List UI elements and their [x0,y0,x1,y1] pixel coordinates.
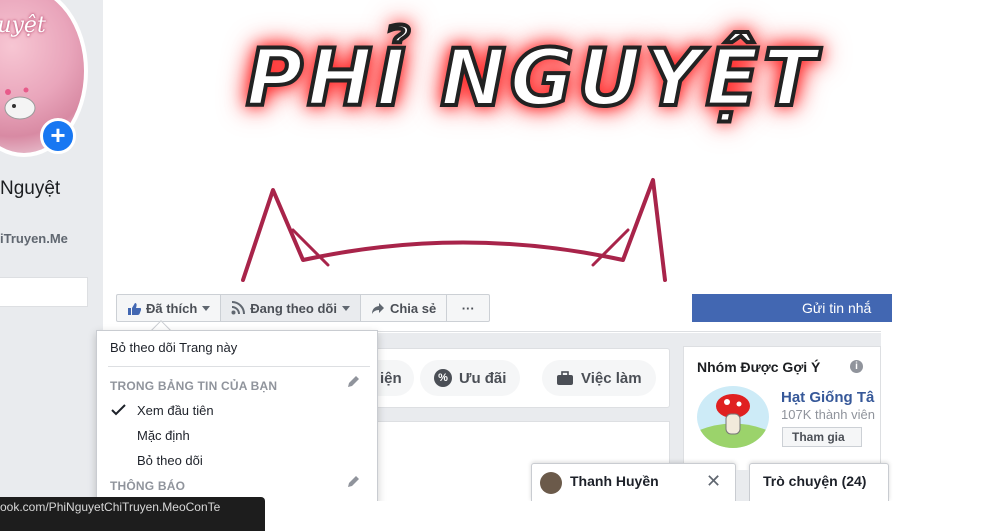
thumbs-up-icon [128,302,141,315]
group-avatar[interactable] [697,386,769,448]
share-button[interactable]: Chia sẻ [361,295,448,321]
pencil-icon[interactable] [346,474,361,489]
bottom-strip [265,501,996,531]
pencil-icon[interactable] [346,374,361,389]
cover-photo[interactable]: PHỈ NGUYỆT [103,0,881,282]
chat-sidebar-label[interactable]: Trò chuyện (24) [763,473,866,489]
tab-partial-label: iện [380,369,402,387]
join-group-button[interactable]: Tham gia [782,427,862,447]
feed-section-header: TRONG BẢNG TIN CỦA BẠN [110,379,278,393]
see-first-item[interactable]: Xem đầu tiên [137,403,214,418]
unfollow-page-item[interactable]: Bỏ theo dõi Trang này [110,340,237,355]
more-options-button[interactable]: ··· [447,295,489,321]
page-actions: Đã thích Đang theo dõi Chia sẻ ··· [116,294,491,322]
tab-jobs-label: Việc làm [581,369,642,387]
send-message-button[interactable]: Gửi tin nhắ [692,294,892,322]
share-arrow-icon [371,302,384,314]
default-item[interactable]: Mặc định [137,428,190,443]
page-handle[interactable]: iTruyen.Me [0,231,68,246]
add-photo-button[interactable]: + [40,118,76,154]
more-label: ··· [461,300,475,316]
unfollow-item[interactable]: Bỏ theo dõi [137,453,203,468]
group-member-count: 107K thành viên [781,407,875,422]
browser-status-bar: ook.com/PhiNguyetChiTruyen.MeoConTe [0,497,265,531]
following-label: Đang theo dõi [250,300,337,316]
avatar-illustration [4,87,36,120]
notifications-section-header: THÔNG BÁO [110,479,186,493]
close-icon[interactable]: ✕ [706,471,721,492]
liked-button[interactable]: Đã thích [117,295,222,321]
status-url: ook.com/PhiNguyetChiTruyen.MeoConTe [0,500,221,514]
cat-ears-drawing [241,178,667,282]
tab-offers[interactable]: % Ưu đãi [420,360,521,396]
briefcase-icon [557,370,573,385]
sidebar-search-box[interactable] [0,277,88,307]
page-name[interactable]: Nguyệt [0,178,60,200]
share-label: Chia sẻ [389,300,437,316]
chevron-down-icon [202,305,211,311]
tabs-card: iện % Ưu đãi Việc làm [350,348,670,408]
chat-contact-name[interactable]: Thanh Huyền [570,473,659,489]
rss-icon [231,301,246,315]
tab-jobs[interactable]: Việc làm [542,360,656,396]
mushroom-illustration [697,394,769,448]
info-icon[interactable]: i [850,360,863,373]
group-name[interactable]: Hạt Giống Tâ [781,389,874,406]
percent-icon: % [434,369,452,387]
dropdown-divider [108,366,370,367]
liked-label: Đã thích [146,300,198,316]
chat-contact-avatar [540,472,562,494]
tab-offers-label: Ưu đãi [459,369,507,387]
chat-gap [736,470,749,501]
checkmark-icon [111,404,126,416]
chevron-down-icon [341,305,350,311]
following-button[interactable]: Đang theo dõi [221,295,361,321]
cover-title: PHỈ NGUYỆT [244,32,821,126]
suggested-groups-title: Nhóm Được Gợi Ý [697,359,821,375]
avatar-logo-text: Nguyệt [0,13,46,38]
